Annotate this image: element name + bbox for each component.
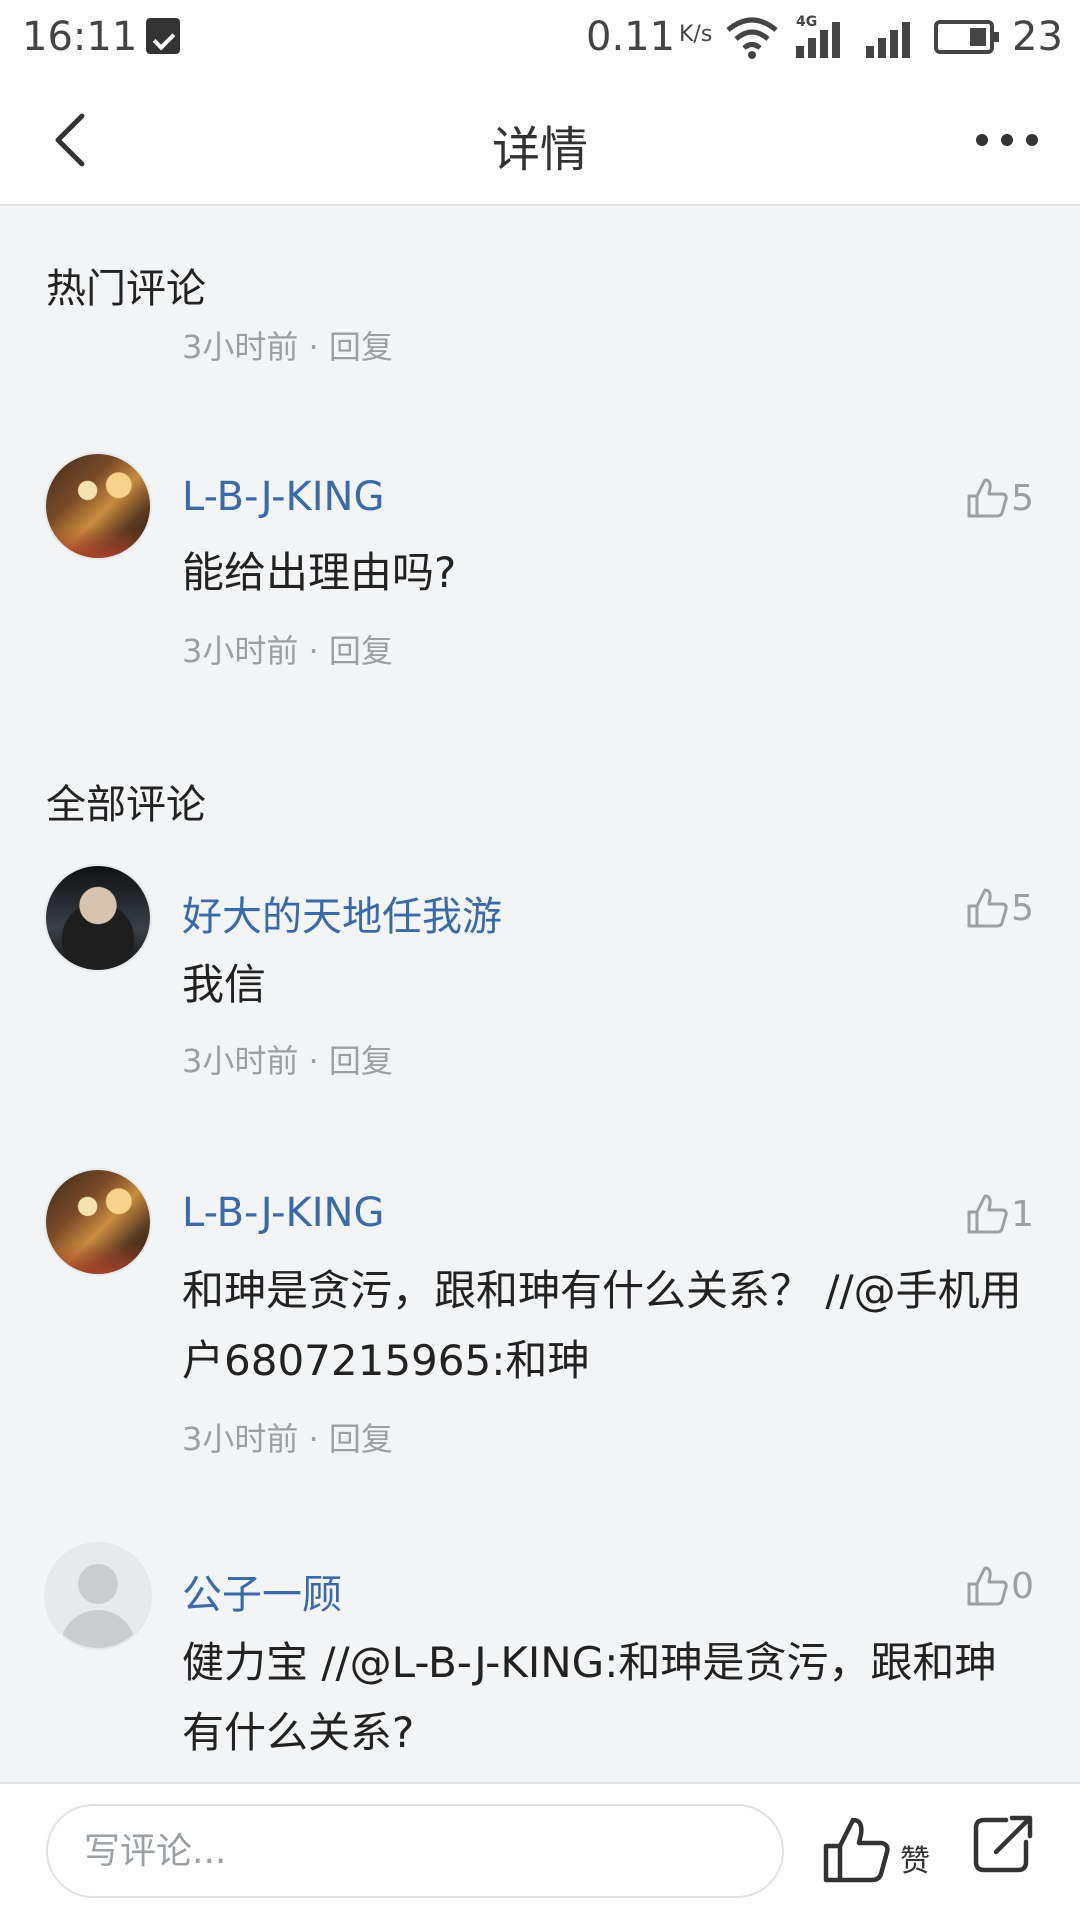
- network-speed-unit: K/s: [679, 22, 713, 47]
- thumbs-up-icon: [967, 1194, 1008, 1234]
- comment-time: 3小时前: [182, 328, 299, 366]
- comment-text: 能给出理由吗?: [182, 548, 457, 597]
- comment-text: 健力宝 //@L-B-J-KING:和珅是贪污，跟和珅有什么关系?: [182, 1638, 997, 1757]
- comment-username[interactable]: 好大的天地任我游: [182, 884, 502, 942]
- wifi-icon: [726, 17, 778, 59]
- like-label: 赞: [900, 1844, 930, 1879]
- reply-link[interactable]: 回复: [329, 1042, 393, 1080]
- more-options-icon[interactable]: [972, 134, 1042, 148]
- comment-like-button[interactable]: 5: [965, 474, 1034, 522]
- like-count: 0: [1011, 1565, 1034, 1607]
- meta-separator: ·: [298, 1042, 329, 1080]
- navigation-header: 详情: [0, 76, 1080, 206]
- share-icon[interactable]: [970, 1812, 1036, 1878]
- avatar[interactable]: [46, 866, 150, 970]
- battery-icon: [934, 20, 999, 54]
- status-bar: 16:11 0.11 K/s 4G 23: [0, 0, 1080, 76]
- bottom-bar: 赞: [0, 1782, 1080, 1920]
- comment-time: 3小时前: [182, 1420, 299, 1458]
- thumbs-up-icon: [823, 1817, 890, 1883]
- message-notification-icon: [146, 18, 180, 54]
- comment-text: 和珅是贪污，跟和珅有什么关系？ //@手机用户6807215965:和珅: [182, 1266, 1022, 1385]
- meta-separator: ·: [298, 328, 329, 366]
- page-title: 详情: [491, 122, 588, 178]
- reply-link[interactable]: 回复: [329, 328, 393, 366]
- comment-text: 我信: [182, 960, 267, 1009]
- like-count: 1: [1011, 1193, 1034, 1235]
- comment-meta: 3小时前 · 回复: [182, 626, 393, 672]
- comment-meta: 3小时前 · 回复: [182, 1414, 393, 1460]
- reply-link[interactable]: 回复: [329, 1420, 393, 1458]
- network-speed: 0.11: [586, 14, 676, 60]
- avatar[interactable]: [46, 1544, 150, 1648]
- section-title-hot: 热门评论: [46, 266, 206, 312]
- status-time: 16:11: [22, 14, 138, 60]
- section-title-all: 全部评论: [46, 782, 206, 828]
- meta-separator: ·: [298, 632, 329, 670]
- thumbs-up-icon: [967, 1566, 1008, 1606]
- comment-like-button[interactable]: 1: [965, 1190, 1034, 1238]
- comment-input[interactable]: [46, 1804, 784, 1898]
- comment-username[interactable]: L-B-J-KING: [182, 1190, 384, 1236]
- comment-like-button[interactable]: 0: [965, 1562, 1034, 1610]
- signal-4g-icon: [796, 18, 850, 58]
- comment-username[interactable]: L-B-J-KING: [182, 474, 384, 520]
- signal-icon: [866, 18, 920, 58]
- comment-time: 3小时前: [182, 632, 299, 670]
- like-article-button[interactable]: 赞: [820, 1814, 940, 1890]
- like-count: 5: [1011, 477, 1034, 519]
- like-count: 5: [1011, 887, 1034, 929]
- battery-level: 23: [1012, 14, 1063, 60]
- avatar[interactable]: [46, 454, 150, 558]
- comment-meta: 3小时前 · 回复: [182, 322, 393, 368]
- comment-username[interactable]: 公子一顾: [182, 1562, 342, 1620]
- reply-link[interactable]: 回复: [329, 632, 393, 670]
- comment-meta: 3小时前 · 回复: [182, 1036, 393, 1082]
- thumbs-up-icon: [967, 888, 1008, 928]
- thumbs-up-icon: [967, 478, 1008, 518]
- comment-like-button[interactable]: 5: [965, 884, 1034, 932]
- meta-separator: ·: [298, 1420, 329, 1458]
- avatar[interactable]: [46, 1170, 150, 1274]
- comment-time: 3小时前: [182, 1042, 299, 1080]
